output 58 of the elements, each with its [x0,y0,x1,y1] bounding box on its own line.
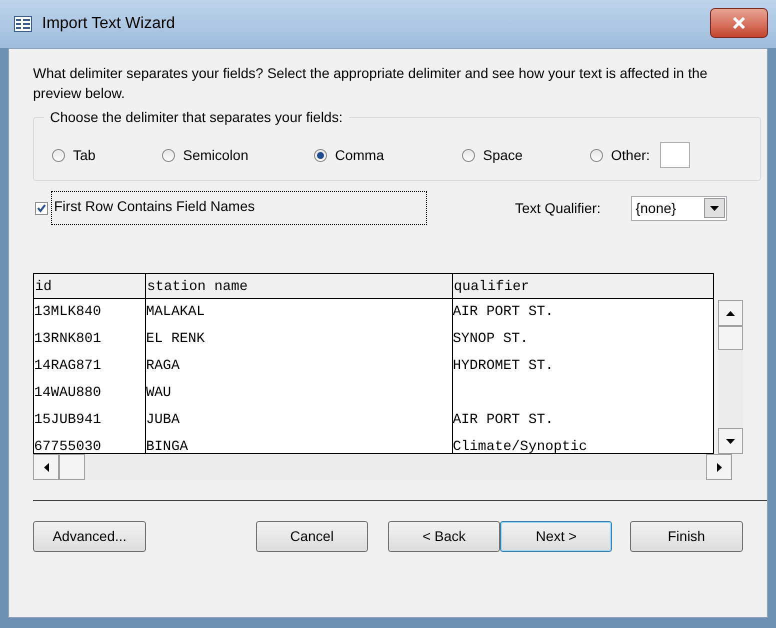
grid-cell: 14WAU880 [34,380,146,407]
radio-button[interactable] [162,148,175,162]
dialog-button[interactable]: Cancel [256,521,368,552]
radio-label: Tab [73,146,96,164]
radio-label: Space [483,146,523,165]
scroll-right-button[interactable] [706,454,732,480]
grid-cell: 15JUB941 [34,407,146,434]
grid-cell-text: AIR PORT ST. [452,411,555,430]
grid-cell: EL RENK [146,326,453,353]
radio-label: Comma [335,146,384,164]
caret-icon [710,206,719,210]
radio-label: Semicolon [183,146,248,164]
down-arrow-icon [726,438,735,444]
column-header: id [34,274,146,298]
other-delimiter-field[interactable] [660,142,690,168]
scroll-down-button[interactable] [718,428,743,454]
scroll-thumb[interactable] [718,326,743,350]
grid-cell: MALAKAL [146,299,453,326]
dropdown-value: {none} [636,198,676,218]
grid-cell: 13RNK801 [34,326,146,353]
instructions-text: What delimiter separates your fields? Select the appropriate delimiter and see how your text is affected in the preview below. [33,64,708,103]
grid-cell: RAGA [146,353,453,380]
right-arrow-icon [716,462,722,472]
grid-cell: JUBA [146,407,453,434]
column-header: station name [146,274,453,298]
radio-button[interactable] [52,148,65,162]
app-icon [14,16,32,32]
horizontal-scrollbar[interactable] [33,454,732,480]
dropdown-arrow-button[interactable] [704,198,725,218]
close-button[interactable] [710,8,768,38]
radio-button[interactable] [462,148,475,162]
left-arrow-icon [44,462,48,472]
radio-label: Other: [611,146,650,164]
grid-cell-text: AIR PORT ST. [452,303,555,322]
grid-cell-text: Climate/Synoptic [452,438,588,453]
dialog-button[interactable]: Next > [500,521,612,552]
scroll-left-button[interactable] [33,454,59,480]
text-qualifier-dropdown[interactable]: {none} [630,196,727,220]
scroll-up-button[interactable] [718,300,743,326]
checkbox-label: First Row Contains Field Names [51,191,427,225]
radio-button[interactable] [314,148,327,162]
vertical-scrollbar[interactable] [718,300,743,454]
text-qualifier-label: Text Qualifier: [515,198,601,218]
up-arrow-icon [726,310,735,316]
grid-cell-text: SYNOP ST. [452,330,530,349]
dialog-button[interactable]: Finish [630,521,743,552]
checkbox[interactable] [35,202,48,214]
close-icon [732,17,746,29]
grid-cell: 13MLK840 [34,299,146,326]
scroll-thumb[interactable] [59,454,85,480]
radio-button[interactable] [590,148,603,162]
dialog-button[interactable]: < Back [388,521,500,552]
grid-cell: WAU [146,380,453,407]
dialog-button[interactable]: Advanced... [33,521,146,552]
grid-cell: 14RAG871 [34,353,146,380]
grid-cell-text: HYDROMET ST. [452,357,555,376]
window-title: Import Text Wizard [42,14,176,34]
column-header: qualifier [452,278,530,297]
